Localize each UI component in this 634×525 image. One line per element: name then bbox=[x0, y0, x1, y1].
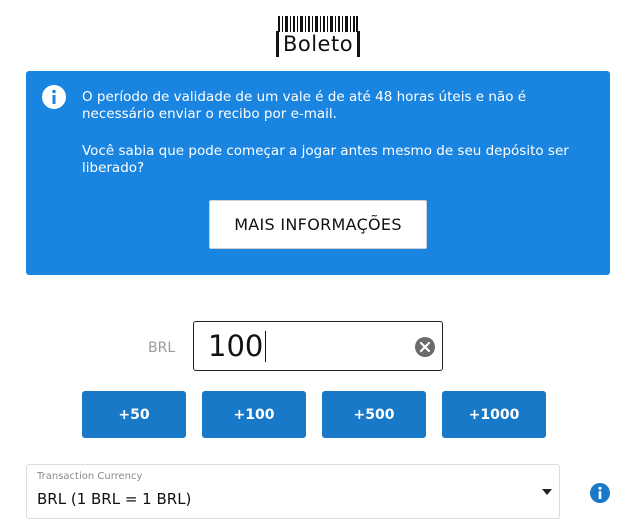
caret-down-icon bbox=[542, 489, 552, 495]
transaction-currency-label: Transaction Currency bbox=[37, 471, 143, 482]
quick-amount-button-50[interactable]: +50 bbox=[82, 391, 186, 438]
more-info-button[interactable]: MAIS INFORMAÇÕES bbox=[209, 200, 427, 249]
amount-currency-label: BRL bbox=[148, 340, 176, 356]
text-caret bbox=[265, 331, 266, 362]
barcode-icon bbox=[278, 16, 358, 32]
info-circle-icon bbox=[42, 85, 66, 109]
transaction-currency-select[interactable]: Transaction Currency BRL (1 BRL = 1 BRL) bbox=[26, 464, 560, 519]
boleto-logo: Boleto bbox=[276, 14, 360, 58]
clear-x-circle-icon[interactable] bbox=[414, 336, 436, 358]
quick-amount-button-100[interactable]: +100 bbox=[202, 391, 306, 438]
quick-amount-button-1000[interactable]: +1000 bbox=[442, 391, 546, 438]
info-circle-icon[interactable] bbox=[589, 482, 611, 504]
amount-input[interactable] bbox=[208, 326, 403, 366]
info-notice: O período de validade de um vale é de at… bbox=[26, 71, 610, 275]
info-message-play-early: Você sabia que pode começar a jogar ante… bbox=[82, 143, 569, 176]
transaction-currency-value: BRL (1 BRL = 1 BRL) bbox=[37, 490, 192, 508]
info-message-validity: O período de validade de um vale é de at… bbox=[82, 89, 527, 122]
quick-amount-button-500[interactable]: +500 bbox=[322, 391, 426, 438]
logo-text: Boleto bbox=[276, 31, 360, 57]
amount-field[interactable] bbox=[193, 321, 443, 371]
